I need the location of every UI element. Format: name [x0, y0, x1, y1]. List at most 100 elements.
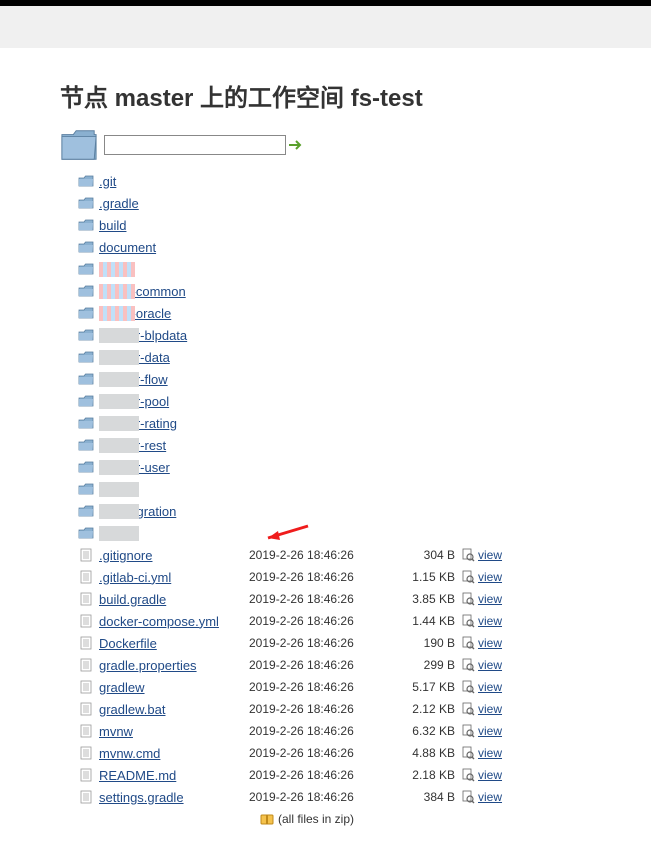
- folder-link[interactable]: -base-oracle: [99, 306, 249, 321]
- file-link[interactable]: README.md: [99, 768, 249, 783]
- folder-row: .gradle: [78, 192, 651, 214]
- view-link[interactable]: view: [478, 680, 502, 694]
- file-size: 1.44 KB: [389, 614, 458, 628]
- file-icon: [78, 702, 94, 716]
- file-size: 299 B: [389, 658, 458, 672]
- file-icon: [78, 548, 94, 562]
- folder-row: document: [78, 236, 651, 258]
- folder-icon: [78, 284, 94, 298]
- folder-link[interactable]: -base-common: [99, 284, 249, 299]
- folder-link[interactable]: -starter-blpdata: [99, 328, 249, 343]
- folder-link[interactable]: -starter-data: [99, 350, 249, 365]
- file-date: 2019-2-26 18:46:26: [249, 768, 389, 782]
- view-link[interactable]: view: [478, 724, 502, 738]
- file-date: 2019-2-26 18:46:26: [249, 614, 389, 628]
- file-link[interactable]: gradlew: [99, 680, 249, 695]
- file-row: build.gradle2019-2-26 18:46:263.85 KBvie…: [78, 588, 651, 610]
- file-link[interactable]: .gitlab-ci.yml: [99, 570, 249, 585]
- file-link[interactable]: build.gradle: [99, 592, 249, 607]
- file-size: 2.18 KB: [389, 768, 458, 782]
- file-link[interactable]: mvnw.cmd: [99, 746, 249, 761]
- file-row: settings.gradle2019-2-26 18:46:26384 Bvi…: [78, 786, 651, 808]
- file-listing: .git .gradle build document -api -base-comm…: [78, 170, 651, 808]
- folder-link[interactable]: -starter-pool: [99, 394, 249, 409]
- folder-link[interactable]: -starter-rest: [99, 438, 249, 453]
- view-link[interactable]: view: [478, 658, 502, 672]
- folder-row: -starter-rest: [78, 434, 651, 456]
- file-date: 2019-2-26 18:46:26: [249, 658, 389, 672]
- folder-icon: [78, 328, 94, 342]
- all-files-in-zip[interactable]: (all files in zip): [260, 812, 651, 826]
- folder-link[interactable]: -api: [99, 262, 249, 277]
- file-date: 2019-2-26 18:46:26: [249, 702, 389, 716]
- file-icon: [78, 746, 94, 760]
- folder-icon: [78, 526, 94, 540]
- folder-icon: [78, 416, 94, 430]
- folder-row: -starter-user: [78, 456, 651, 478]
- folder-link[interactable]: .git: [99, 174, 249, 189]
- folder-link[interactable]: .gradle: [99, 196, 249, 211]
- file-date: 2019-2-26 18:46:26: [249, 636, 389, 650]
- folder-row: -starter-rating: [78, 412, 651, 434]
- top-gap: [0, 6, 651, 48]
- path-input[interactable]: [104, 135, 286, 155]
- folder-link[interactable]: build: [99, 218, 249, 233]
- file-link[interactable]: gradlew.bat: [99, 702, 249, 717]
- folder-link[interactable]: svc: [99, 482, 249, 497]
- view-icon: [461, 636, 475, 650]
- folder-row: -starter-blpdata: [78, 324, 651, 346]
- view-link[interactable]: view: [478, 570, 502, 584]
- file-row: gradlew2019-2-26 18:46:265.17 KBview: [78, 676, 651, 698]
- file-icon: [78, 724, 94, 738]
- file-size: 6.32 KB: [389, 724, 458, 738]
- view-link[interactable]: view: [478, 768, 502, 782]
- view-link[interactable]: view: [478, 702, 502, 716]
- folder-link[interactable]: document: [99, 240, 249, 255]
- view-link[interactable]: view: [478, 790, 502, 804]
- file-link[interactable]: gradle.properties: [99, 658, 249, 673]
- file-row: mvnw2019-2-26 18:46:266.32 KBview: [78, 720, 651, 742]
- file-row: .gitignore2019-2-26 18:46:26304 Bview: [78, 544, 651, 566]
- file-link[interactable]: docker-compose.yml: [99, 614, 249, 629]
- file-size: 5.17 KB: [389, 680, 458, 694]
- folder-icon: [78, 460, 94, 474]
- folder-link[interactable]: -starter-rating: [99, 416, 249, 431]
- folder-icon: [78, 240, 94, 254]
- view-icon: [461, 790, 475, 804]
- view-link[interactable]: view: [478, 746, 502, 760]
- folder-row: -starter-pool: [78, 390, 651, 412]
- view-icon: [461, 658, 475, 672]
- file-link[interactable]: .gitignore: [99, 548, 249, 563]
- folder-icon: [78, 196, 94, 210]
- go-arrow-icon[interactable]: [288, 137, 304, 153]
- folder-row: -starter-data: [78, 346, 651, 368]
- folder-link[interactable]: -starter-user: [99, 460, 249, 475]
- file-date: 2019-2-26 18:46:26: [249, 592, 389, 606]
- view-icon: [461, 592, 475, 606]
- file-icon: [78, 636, 94, 650]
- file-icon: [78, 658, 94, 672]
- view-link[interactable]: view: [478, 636, 502, 650]
- root-folder-icon[interactable]: [60, 128, 98, 162]
- view-link[interactable]: view: [478, 614, 502, 628]
- folder-link[interactable]: test: [99, 526, 249, 541]
- view-icon: [461, 614, 475, 628]
- folder-row: test: [78, 522, 651, 544]
- file-link[interactable]: Dockerfile: [99, 636, 249, 651]
- file-row: README.md2019-2-26 18:46:262.18 KB view: [78, 764, 651, 786]
- file-size: 2.12 KB: [389, 702, 458, 716]
- view-icon: [461, 570, 475, 584]
- folder-link[interactable]: -starter-flow: [99, 372, 249, 387]
- folder-icon: [78, 504, 94, 518]
- view-icon: [461, 680, 475, 694]
- view-link[interactable]: view: [478, 592, 502, 606]
- folder-icon: [78, 306, 94, 320]
- folder-row: -starter-flow: [78, 368, 651, 390]
- view-link[interactable]: view: [478, 548, 502, 562]
- file-row: Dockerfile2019-2-26 18:46:26190 Bview: [78, 632, 651, 654]
- folder-row: svc-migration: [78, 500, 651, 522]
- folder-icon: [78, 394, 94, 408]
- folder-link[interactable]: svc-migration: [99, 504, 249, 519]
- file-link[interactable]: mvnw: [99, 724, 249, 739]
- file-link[interactable]: settings.gradle: [99, 790, 249, 805]
